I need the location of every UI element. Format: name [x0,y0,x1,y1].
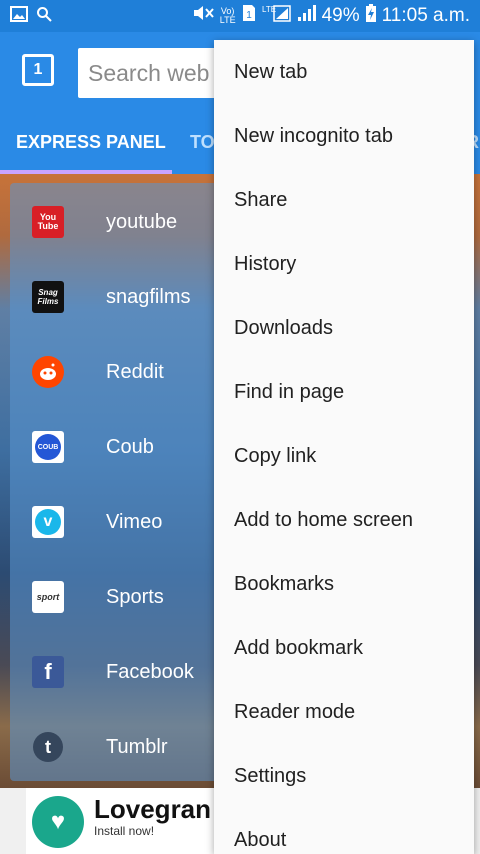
menu-item-new-incognito-tab[interactable]: New incognito tab [214,104,474,168]
mute-icon [192,5,214,27]
menu-item-find-in-page[interactable]: Find in page [214,360,474,424]
heart-chat-icon: ♥ [32,796,84,848]
facebook-icon: f [32,656,64,688]
snagfilms-icon: Snag Films [32,281,64,313]
menu-item-about[interactable]: About [214,808,474,854]
tab-express-panel[interactable]: EXPRESS PANEL [16,132,166,153]
menu-item-add-bookmark[interactable]: Add bookmark [214,616,474,680]
site-coub[interactable]: COUB Coub [10,410,240,484]
tumblr-icon: t [32,731,64,763]
menu-item-reader-mode[interactable]: Reader mode [214,680,474,744]
tab-top[interactable]: TO [190,132,215,153]
menu-item-share[interactable]: Share [214,168,474,232]
youtube-icon: You Tube [32,206,64,238]
site-tumblr[interactable]: t Tumblr [10,710,240,784]
site-name: Reddit [106,360,164,383]
site-name: Tumblr [106,735,168,758]
menu-item-bookmarks[interactable]: Bookmarks [214,552,474,616]
lte-signal-icon: LTE [262,4,292,28]
site-snagfilms[interactable]: Snag Films snagfilms [10,260,240,334]
site-name: snagfilms [106,285,191,308]
express-panel: You Tube youtube Snag Films snagfilms Redd… [10,183,240,781]
site-name: Facebook [106,660,194,683]
status-bar: Vo) LTE 1 LTE 49% 11:05 a.m. [0,0,480,32]
tab-switcher-button[interactable]: 1 [22,54,54,86]
menu-item-settings[interactable]: Settings [214,744,474,808]
site-youtube[interactable]: You Tube youtube [10,185,240,259]
site-name: Vimeo [106,510,163,533]
ad-card[interactable]: ♥ Lovegran Install now! [26,788,226,854]
menu-item-downloads[interactable]: Downloads [214,296,474,360]
ad-title: Lovegran [94,794,212,824]
site-name: youtube [106,210,178,233]
overflow-menu: New tab New incognito tab Share History … [214,40,474,854]
battery-charging-icon [365,4,376,28]
image-notification-icon [10,5,28,27]
svg-text:1: 1 [246,10,252,21]
menu-item-copy-link[interactable]: Copy link [214,424,474,488]
site-name: Coub [106,435,154,458]
site-name: Sports [106,585,164,608]
sim-icon: 1 [242,4,256,28]
menu-item-new-tab[interactable]: New tab [214,40,474,104]
signal-icon [297,5,316,27]
volte-icon: Vo) LTE [219,6,236,25]
site-facebook[interactable]: f Facebook [10,635,240,709]
vimeo-icon: v [32,506,64,538]
coub-icon: COUB [32,431,64,463]
site-vimeo[interactable]: v Vimeo [10,485,240,559]
site-sports[interactable]: sport Sports [10,560,240,634]
battery-percent: 49% [321,5,360,26]
site-reddit[interactable]: Reddit [10,335,240,409]
ad-subtitle: Install now! [94,824,155,838]
search-notification-icon [36,6,52,27]
menu-item-add-to-home-screen[interactable]: Add to home screen [214,488,474,552]
sports-icon: sport [32,581,64,613]
menu-item-history[interactable]: History [214,232,474,296]
clock: 11:05 a.m. [381,5,470,26]
reddit-icon [32,356,64,388]
